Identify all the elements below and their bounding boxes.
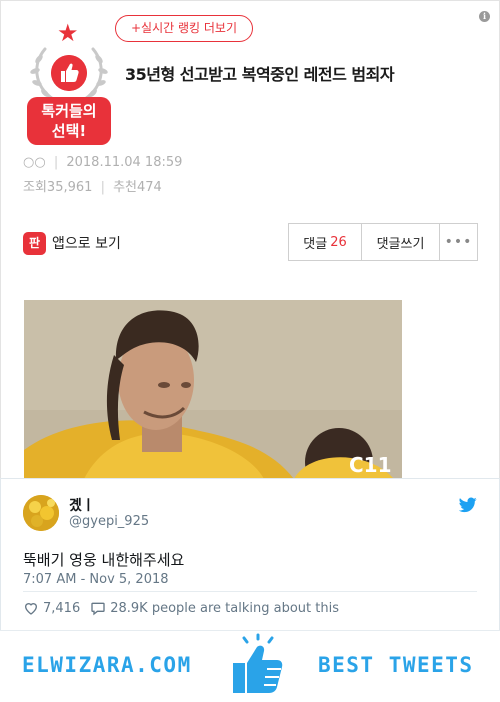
twitter-bird-icon[interactable] [459, 497, 477, 513]
speech-bubble-icon[interactable] [90, 600, 106, 616]
post-title: 35년형 선고받고 복역중인 레전드 범죄자 [125, 65, 395, 84]
tweet-divider [23, 591, 477, 592]
post-meta-author-date: ○○ | 2018.11.04 18:59 [23, 155, 182, 170]
badge-text-line2: 선택! [51, 122, 87, 140]
thumbs-up-icon [51, 55, 87, 91]
write-comment-button[interactable]: 댓글쓰기 [362, 224, 440, 260]
brand-tagline: BEST TWEETS [318, 653, 474, 677]
views-count: 35,961 [46, 180, 93, 195]
info-icon[interactable]: i [479, 11, 490, 22]
comments-label: 댓글 [303, 236, 328, 252]
likes-count: 474 [137, 180, 162, 195]
post-date: 2018.11.04 18:59 [66, 155, 183, 170]
site-footer: ELWIZARA.COM BEST TWEETS [0, 630, 500, 702]
tweet-timestamp[interactable]: 7:07 AM - Nov 5, 2018 [23, 572, 169, 587]
open-in-app-label: 앱으로 보기 [52, 236, 121, 252]
tweet-text: 뚝배기 영웅 내한해주세요 [23, 551, 185, 569]
badge-text-line1: 톡커들의 [41, 102, 97, 120]
more-options-button[interactable]: ••• [440, 224, 477, 260]
tweet-author-name[interactable]: 곘ㅣ [69, 495, 95, 515]
avatar-image [23, 495, 59, 531]
badge-ribbon: 톡커들의 선택! [27, 97, 111, 145]
post-card: i ★ 톡커들의 선택! +실시간 랭킹 더보기 35년형 선고받고 복역중인 … [0, 0, 500, 479]
brand-site-name[interactable]: ELWIZARA.COM [22, 653, 192, 677]
comments-count: 26 [330, 234, 347, 250]
toker-choice-badge: ★ 톡커들의 선택! [23, 21, 115, 145]
thumbs-up-icon [233, 633, 283, 693]
realtime-ranking-button[interactable]: +실시간 랭킹 더보기 [115, 15, 253, 42]
pann-app-icon: 판 [23, 231, 46, 255]
avatar[interactable] [23, 495, 59, 531]
tweet-author-handle[interactable]: @gyepi_925 [69, 514, 149, 529]
heart-icon[interactable] [23, 600, 39, 616]
tweet-stats: 7,416 28.9K people are talking about thi… [23, 598, 339, 618]
post-image-illustration: C11 [24, 300, 402, 479]
post-author[interactable]: ○○ [23, 155, 46, 170]
post-image: C11 [24, 300, 402, 479]
tweet-like-count[interactable]: 7,416 [43, 601, 80, 616]
svg-text:C11: C11 [349, 453, 392, 477]
post-meta-stats: 조회35,961 | 추천474 [23, 176, 162, 195]
meta-divider: | [100, 180, 105, 195]
tweet-talking-count[interactable]: 28.9K people are talking about this [110, 601, 339, 616]
open-in-app-link[interactable]: 판 앱으로 보기 [23, 231, 121, 255]
meta-divider: | [53, 155, 59, 170]
likes-label: 추천 [113, 180, 138, 195]
post-actions: 댓글 26 댓글쓰기 ••• [288, 223, 478, 261]
comments-button[interactable]: 댓글 26 [289, 224, 362, 260]
views-label: 조회 [23, 180, 47, 195]
